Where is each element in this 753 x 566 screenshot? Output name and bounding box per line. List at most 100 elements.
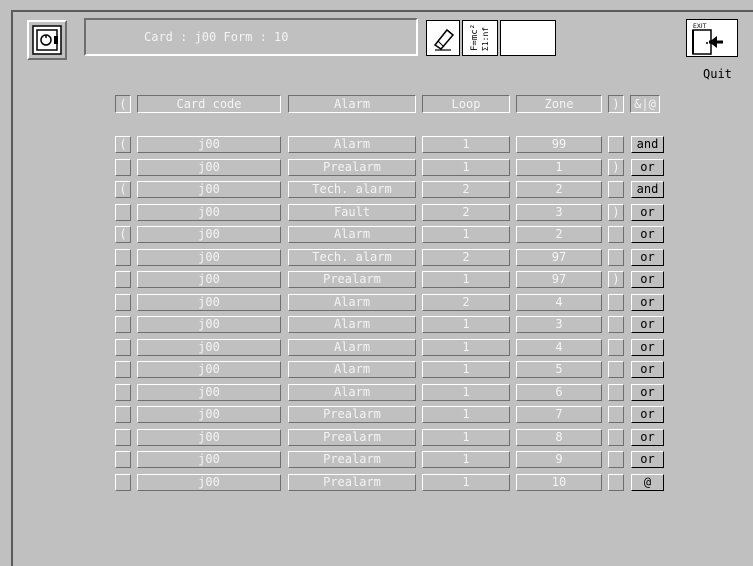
alarm-type-cell[interactable]: Prealarm (288, 159, 416, 176)
loop-cell[interactable]: 2 (422, 204, 510, 221)
close-paren-cell[interactable] (608, 384, 624, 401)
alarm-type-cell[interactable]: Alarm (288, 226, 416, 243)
card-code-cell[interactable]: j00 (137, 294, 281, 311)
close-paren-cell[interactable] (608, 429, 624, 446)
zone-cell[interactable]: 6 (516, 384, 602, 401)
zone-cell[interactable]: 1 (516, 159, 602, 176)
card-code-cell[interactable]: j00 (137, 159, 281, 176)
card-code-cell[interactable]: j00 (137, 406, 281, 423)
operator-button[interactable]: or (631, 294, 664, 311)
close-paren-cell[interactable] (608, 361, 624, 378)
operator-button[interactable]: or (631, 384, 664, 401)
operator-button[interactable]: or (631, 159, 664, 176)
zone-cell[interactable]: 10 (516, 474, 602, 491)
open-paren-cell[interactable]: ( (115, 136, 131, 153)
alarm-type-cell[interactable]: Alarm (288, 361, 416, 378)
operator-button[interactable]: or (631, 271, 664, 288)
loop-cell[interactable]: 1 (422, 429, 510, 446)
open-paren-cell[interactable] (115, 316, 131, 333)
card-code-cell[interactable]: j00 (137, 451, 281, 468)
card-code-cell[interactable]: j00 (137, 339, 281, 356)
open-paren-cell[interactable] (115, 159, 131, 176)
operator-button[interactable]: or (631, 361, 664, 378)
operator-button[interactable]: or (631, 249, 664, 266)
close-paren-cell[interactable] (608, 136, 624, 153)
card-code-cell[interactable]: j00 (137, 226, 281, 243)
zone-cell[interactable]: 3 (516, 316, 602, 333)
operator-button[interactable]: and (631, 181, 664, 198)
operator-button[interactable]: or (631, 406, 664, 423)
card-code-cell[interactable]: j00 (137, 474, 281, 491)
card-code-cell[interactable]: j00 (137, 249, 281, 266)
open-paren-cell[interactable]: ( (115, 226, 131, 243)
open-paren-cell[interactable] (115, 384, 131, 401)
close-paren-cell[interactable] (608, 249, 624, 266)
card-code-cell[interactable]: j00 (137, 316, 281, 333)
loop-cell[interactable]: 2 (422, 181, 510, 198)
open-paren-cell[interactable] (115, 249, 131, 266)
operator-button[interactable]: or (631, 226, 664, 243)
open-paren-cell[interactable] (115, 294, 131, 311)
open-paren-cell[interactable] (115, 429, 131, 446)
loop-cell[interactable]: 1 (422, 451, 510, 468)
close-paren-cell[interactable] (608, 406, 624, 423)
alarm-type-cell[interactable]: Tech. alarm (288, 249, 416, 266)
alarm-type-cell[interactable]: Prealarm (288, 474, 416, 491)
card-code-cell[interactable]: j00 (137, 271, 281, 288)
alarm-type-cell[interactable]: Alarm (288, 294, 416, 311)
open-paren-cell[interactable] (115, 361, 131, 378)
close-paren-cell[interactable] (608, 474, 624, 491)
loop-cell[interactable]: 1 (422, 316, 510, 333)
card-code-cell[interactable]: j00 (137, 361, 281, 378)
zone-cell[interactable]: 5 (516, 361, 602, 378)
close-paren-cell[interactable] (608, 226, 624, 243)
operator-button[interactable]: @ (631, 474, 664, 491)
alarm-type-cell[interactable]: Alarm (288, 316, 416, 333)
open-paren-cell[interactable] (115, 204, 131, 221)
alarm-type-cell[interactable]: Alarm (288, 136, 416, 153)
zone-cell[interactable]: 9 (516, 451, 602, 468)
zone-cell[interactable]: 97 (516, 249, 602, 266)
card-code-cell[interactable]: j00 (137, 181, 281, 198)
zone-cell[interactable]: 4 (516, 339, 602, 356)
loop-cell[interactable]: 1 (422, 226, 510, 243)
alarm-type-cell[interactable]: Prealarm (288, 451, 416, 468)
open-paren-cell[interactable] (115, 339, 131, 356)
alarm-type-cell[interactable]: Alarm (288, 339, 416, 356)
open-paren-cell[interactable] (115, 271, 131, 288)
loop-cell[interactable]: 2 (422, 294, 510, 311)
open-paren-cell[interactable] (115, 474, 131, 491)
alarm-type-cell[interactable]: Fault (288, 204, 416, 221)
loop-cell[interactable]: 1 (422, 339, 510, 356)
zone-cell[interactable]: 99 (516, 136, 602, 153)
zone-cell[interactable]: 3 (516, 204, 602, 221)
open-paren-cell[interactable]: ( (115, 181, 131, 198)
operator-button[interactable]: or (631, 316, 664, 333)
close-paren-cell[interactable] (608, 294, 624, 311)
alarm-type-cell[interactable]: Alarm (288, 384, 416, 401)
loop-cell[interactable]: 1 (422, 406, 510, 423)
zone-cell[interactable]: 97 (516, 271, 602, 288)
close-paren-cell[interactable] (608, 339, 624, 356)
loop-cell[interactable]: 1 (422, 361, 510, 378)
loop-cell[interactable]: 2 (422, 249, 510, 266)
zone-cell[interactable]: 2 (516, 181, 602, 198)
card-code-cell[interactable]: j00 (137, 204, 281, 221)
formula-button[interactable]: F=mc² Σ1:nf (462, 20, 498, 56)
eraser-button[interactable] (426, 20, 460, 56)
zone-cell[interactable]: 4 (516, 294, 602, 311)
close-paren-cell[interactable]: ) (608, 204, 624, 221)
zone-cell[interactable]: 2 (516, 226, 602, 243)
operator-button[interactable]: or (631, 429, 664, 446)
alarm-type-cell[interactable]: Tech. alarm (288, 181, 416, 198)
close-paren-cell[interactable] (608, 451, 624, 468)
card-code-cell[interactable]: j00 (137, 429, 281, 446)
loop-cell[interactable]: 1 (422, 136, 510, 153)
close-paren-cell[interactable]: ) (608, 159, 624, 176)
safe-button[interactable] (27, 20, 67, 60)
close-paren-cell[interactable] (608, 316, 624, 333)
exit-button[interactable]: EXIT (686, 19, 738, 57)
alarm-type-cell[interactable]: Prealarm (288, 271, 416, 288)
open-paren-cell[interactable] (115, 406, 131, 423)
card-code-cell[interactable]: j00 (137, 384, 281, 401)
